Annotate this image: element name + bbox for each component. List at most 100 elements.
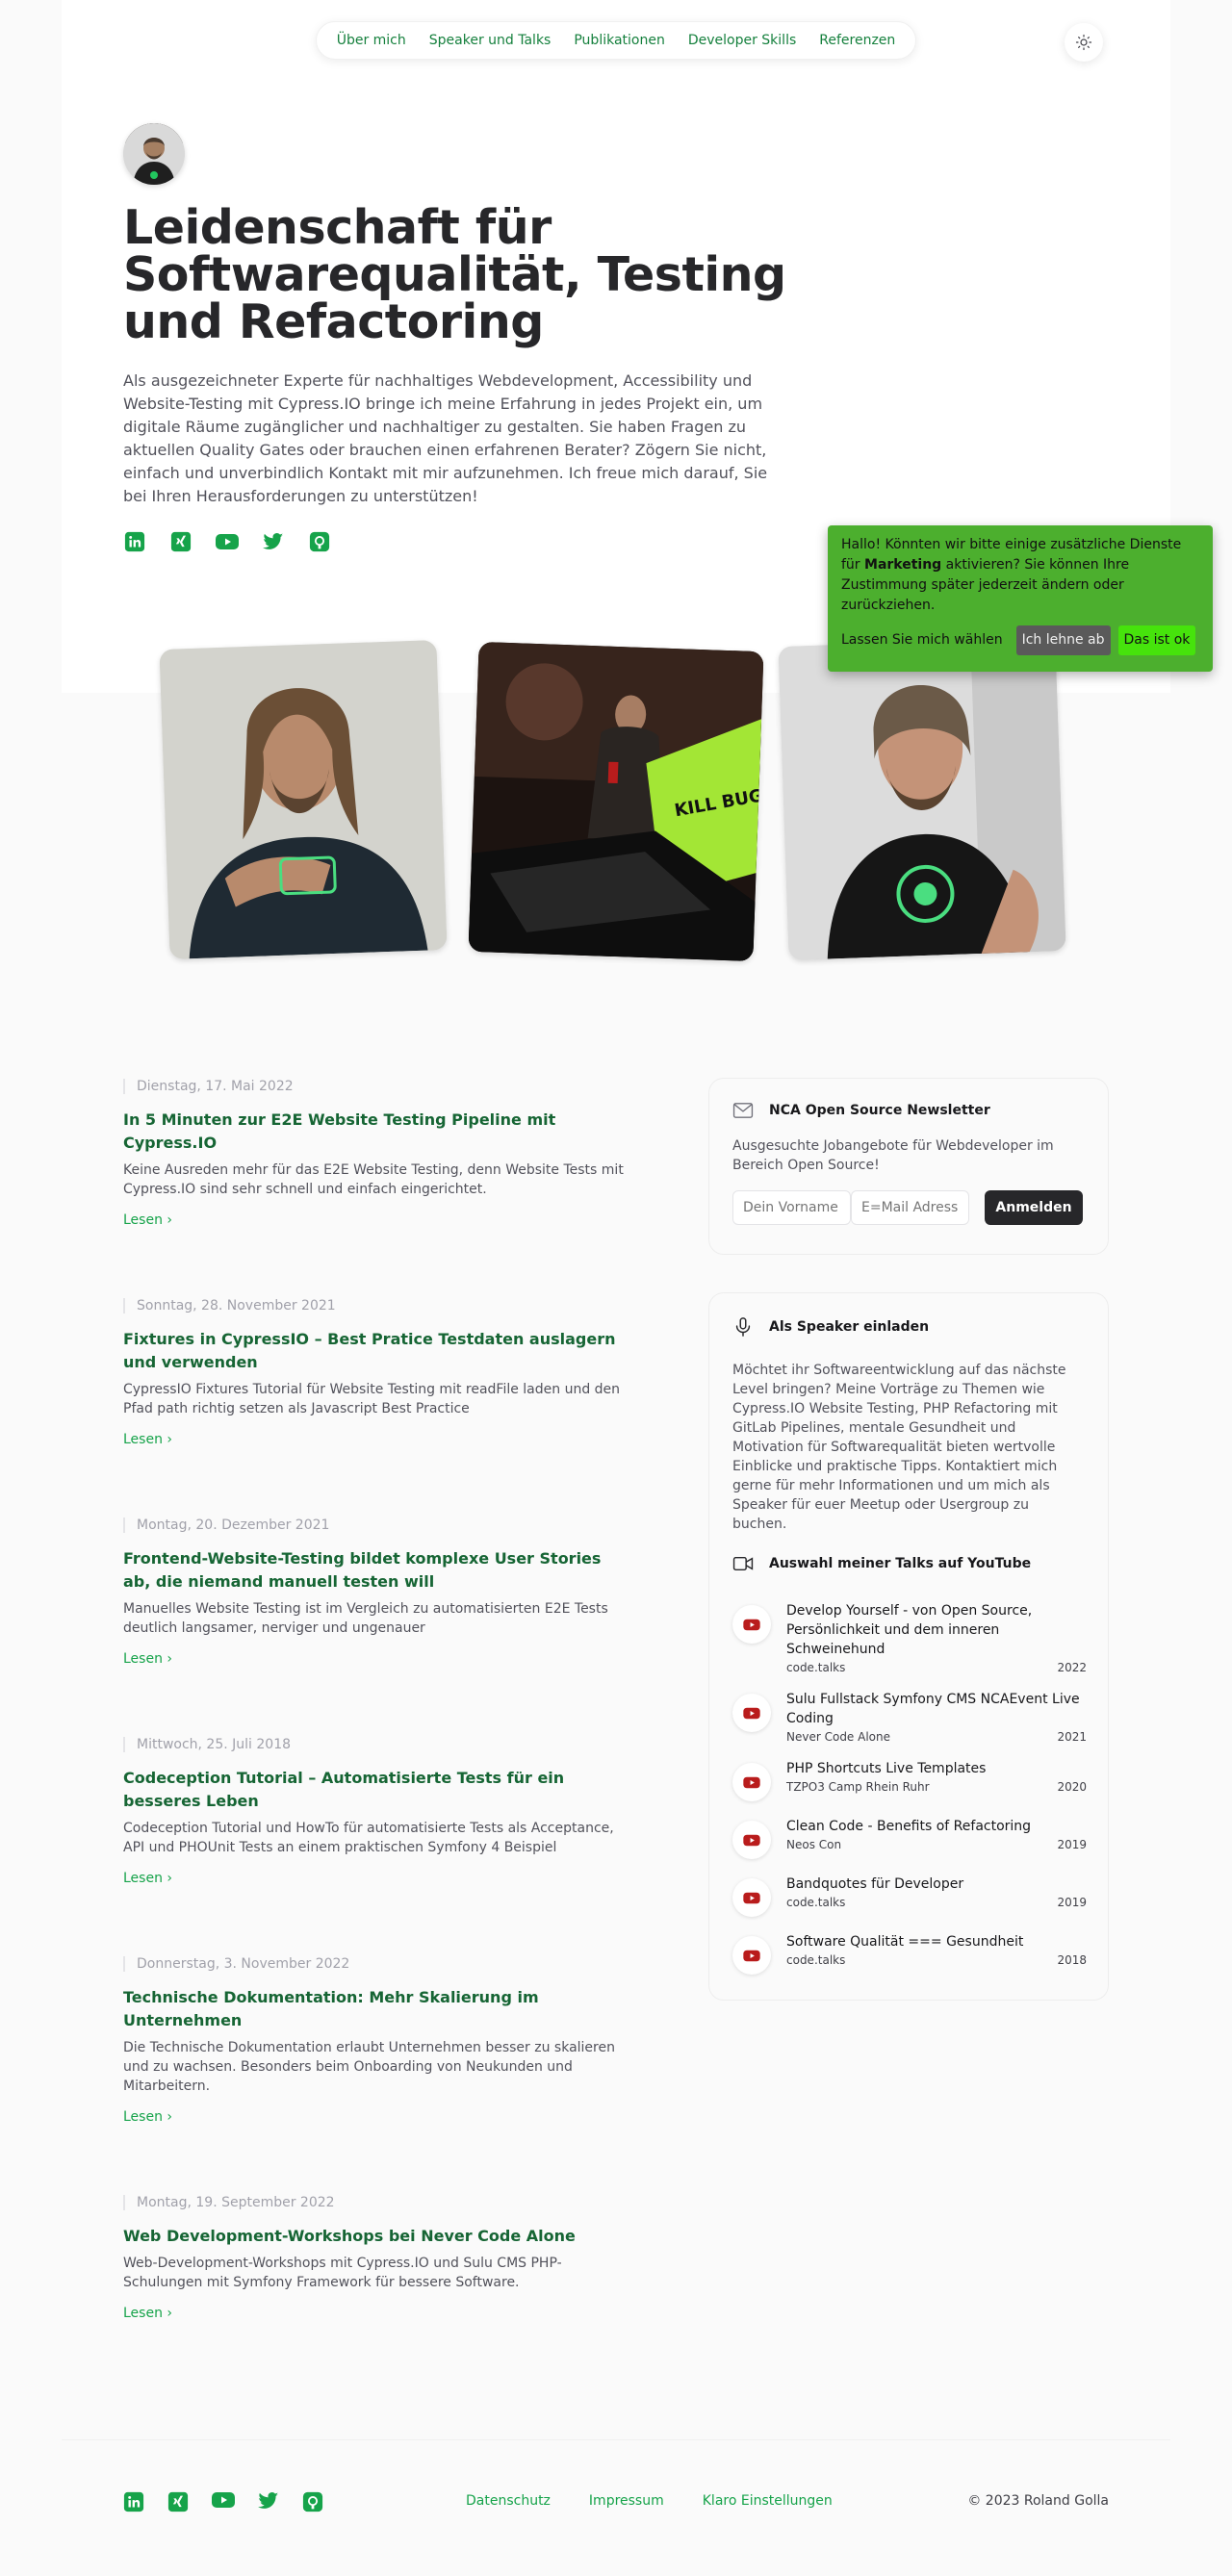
article-date: Sonntag, 28. November 2021 (123, 1298, 624, 1314)
talks-heading: Auswahl meiner Talks auf YouTube (732, 1555, 1085, 1572)
talk-title: Bandquotes für Developer (786, 1876, 964, 1892)
article-date: Mittwoch, 25. Juli 2018 (123, 1737, 624, 1752)
cookie-consent-notice: Hallo! Könnten wir bitte einige zusätzli… (828, 525, 1213, 672)
talk-title: Sulu Fullstack Symfony CMS NCAEvent Live… (786, 1692, 1080, 1726)
talk-title: Develop Yourself - von Open Source, Pers… (786, 1603, 1033, 1657)
article-card: Donnerstag, 3. November 2022 Technische … (123, 1956, 624, 2125)
article-card: Mittwoch, 25. Juli 2018 Codeception Tuto… (123, 1737, 624, 1886)
nav-item-publikationen[interactable]: Publikationen (574, 33, 664, 48)
talk-year: 2022 (1057, 1661, 1087, 1674)
article-date: Dienstag, 17. Mai 2022 (123, 1079, 624, 1094)
article-title[interactable]: In 5 Minuten zur E2E Website Testing Pip… (123, 1109, 624, 1155)
mail-icon (732, 1103, 754, 1118)
article-title[interactable]: Frontend-Website-Testing bildet komplexe… (123, 1547, 624, 1594)
talk-item[interactable]: Bandquotes für Developer code.talks 2019 (732, 1875, 1087, 1917)
consent-accept-button[interactable]: Das ist ok (1117, 625, 1196, 655)
main-nav: Über mich Speaker und Talks Publikatione… (316, 21, 916, 60)
youtube-icon (732, 1878, 771, 1917)
article-description: Keine Ausreden mehr für das E2E Website … (123, 1162, 624, 1197)
youtube-icon[interactable] (212, 2491, 235, 2516)
page-title: Leidenschaft für Softwarequalität, Testi… (123, 200, 786, 349)
footer-link-datenschutz[interactable]: Datenschutz (466, 2493, 551, 2509)
microphone-icon (735, 1317, 751, 1337)
github-icon[interactable] (308, 530, 331, 553)
video-camera-icon (732, 1556, 754, 1571)
talk-item[interactable]: Develop Yourself - von Open Source, Pers… (732, 1601, 1087, 1674)
xing-icon[interactable] (169, 530, 192, 553)
talk-event: code.talks (786, 1896, 846, 1909)
linkedin-icon[interactable] (123, 2491, 144, 2516)
nav-item-speaker[interactable]: Speaker und Talks (429, 33, 552, 48)
twitter-icon[interactable] (258, 2491, 279, 2516)
email-input[interactable] (851, 1190, 969, 1225)
theme-toggle-button[interactable] (1065, 23, 1103, 62)
article-read-link[interactable]: Lesen › (123, 1432, 624, 1447)
article-description: Manuelles Website Testing ist im Verglei… (123, 1601, 608, 1636)
consent-decline-button[interactable]: Ich lehne ab (1015, 625, 1111, 655)
consent-choose-button[interactable]: Lassen Sie mich wählen (841, 630, 1003, 650)
newsletter-box: NCA Open Source Newsletter Ausgesuchte J… (708, 1078, 1109, 1255)
talk-event: code.talks (786, 1953, 846, 1967)
article-read-link[interactable]: Lesen › (123, 1871, 624, 1886)
talk-title: PHP Shortcuts Live Templates (786, 1761, 987, 1776)
talk-item[interactable]: Software Qualität === Gesundheit code.ta… (732, 1932, 1087, 1975)
talk-year: 2018 (1057, 1953, 1087, 1967)
photo-speaker-bug-shirt (778, 637, 1066, 960)
github-icon[interactable] (302, 2491, 323, 2516)
nav-item-developer-skills[interactable]: Developer Skills (688, 33, 796, 48)
talk-item[interactable]: Sulu Fullstack Symfony CMS NCAEvent Live… (732, 1690, 1087, 1744)
article-date: Montag, 20. Dezember 2021 (123, 1518, 624, 1533)
speaker-box: Als Speaker einladen Möchtet ihr Softwar… (708, 1292, 1109, 2001)
article-date: Donnerstag, 3. November 2022 (123, 1956, 624, 1972)
consent-text: Hallo! Könnten wir bitte einige zusätzli… (841, 537, 1182, 613)
talk-event: Never Code Alone (786, 1730, 890, 1744)
newsletter-form: Anmelden (732, 1190, 1085, 1225)
footer-link-impressum[interactable]: Impressum (589, 2493, 664, 2509)
article-description: Web-Development-Workshops mit Cypress.IO… (123, 2256, 562, 2290)
xing-icon[interactable] (167, 2491, 189, 2516)
article-card: Sonntag, 28. November 2021 Fixtures in C… (123, 1298, 624, 1447)
copyright: © 2023 Roland Golla (967, 2493, 1109, 2509)
avatar[interactable] (123, 123, 185, 185)
subscribe-button[interactable]: Anmelden (985, 1190, 1083, 1225)
talk-year: 2019 (1057, 1838, 1087, 1851)
footer-link-klaro[interactable]: Klaro Einstellungen (703, 2493, 833, 2509)
youtube-icon (732, 1694, 771, 1732)
talk-year: 2019 (1057, 1896, 1087, 1909)
article-description: Codeception Tutorial und HowTo für autom… (123, 1821, 614, 1855)
article-title[interactable]: Codeception Tutorial – Automatisierte Te… (123, 1767, 624, 1813)
twitter-icon[interactable] (262, 530, 285, 553)
speaker-heading: Als Speaker einladen (732, 1316, 1085, 1338)
first-name-input[interactable] (732, 1190, 851, 1225)
article-title[interactable]: Web Development-Workshops bei Never Code… (123, 2225, 624, 2248)
talk-event: TZPO3 Camp Rhein Ruhr (786, 1780, 930, 1794)
speaker-text: Möchtet ihr Softwareentwicklung auf das … (732, 1363, 1066, 1532)
photo-laptop-stage: KILL BUGS (468, 641, 764, 962)
hero-intro: Als ausgezeichneter Experte für nachhalt… (123, 371, 768, 505)
article-description: CypressIO Fixtures Tutorial für Website … (123, 1382, 621, 1416)
talk-year: 2020 (1057, 1780, 1087, 1794)
article-read-link[interactable]: Lesen › (123, 2306, 624, 2321)
talk-title: Software Qualität === Gesundheit (786, 1934, 1024, 1950)
footer-links: Datenschutz Impressum Klaro Einstellunge… (466, 2493, 833, 2509)
talk-item[interactable]: Clean Code - Benefits of Refactoring Neo… (732, 1817, 1087, 1859)
talk-year: 2021 (1057, 1730, 1087, 1744)
youtube-icon (732, 1936, 771, 1975)
article-read-link[interactable]: Lesen › (123, 1651, 624, 1667)
article-title[interactable]: Fixtures in CypressIO – Best Pratice Tes… (123, 1328, 624, 1374)
talk-item[interactable]: PHP Shortcuts Live Templates TZPO3 Camp … (732, 1759, 1087, 1801)
article-date: Montag, 19. September 2022 (123, 2195, 624, 2210)
nav-item-ueber-mich[interactable]: Über mich (337, 33, 406, 48)
linkedin-icon[interactable] (123, 530, 146, 553)
article-card: Montag, 20. Dezember 2021 Frontend-Websi… (123, 1518, 624, 1667)
talk-event: code.talks (786, 1661, 846, 1674)
article-read-link[interactable]: Lesen › (123, 2109, 624, 2125)
footer-divider (62, 2439, 1170, 2440)
newsletter-text: Ausgesuchte Jobangebote für Webdeveloper… (732, 1138, 1054, 1173)
article-title[interactable]: Technische Dokumentation: Mehr Skalierun… (123, 1986, 624, 2032)
nav-item-referenzen[interactable]: Referenzen (819, 33, 895, 48)
youtube-icon[interactable] (216, 530, 239, 553)
sun-icon (1075, 34, 1092, 51)
article-read-link[interactable]: Lesen › (123, 1212, 624, 1228)
footer-social-links (123, 2491, 323, 2516)
